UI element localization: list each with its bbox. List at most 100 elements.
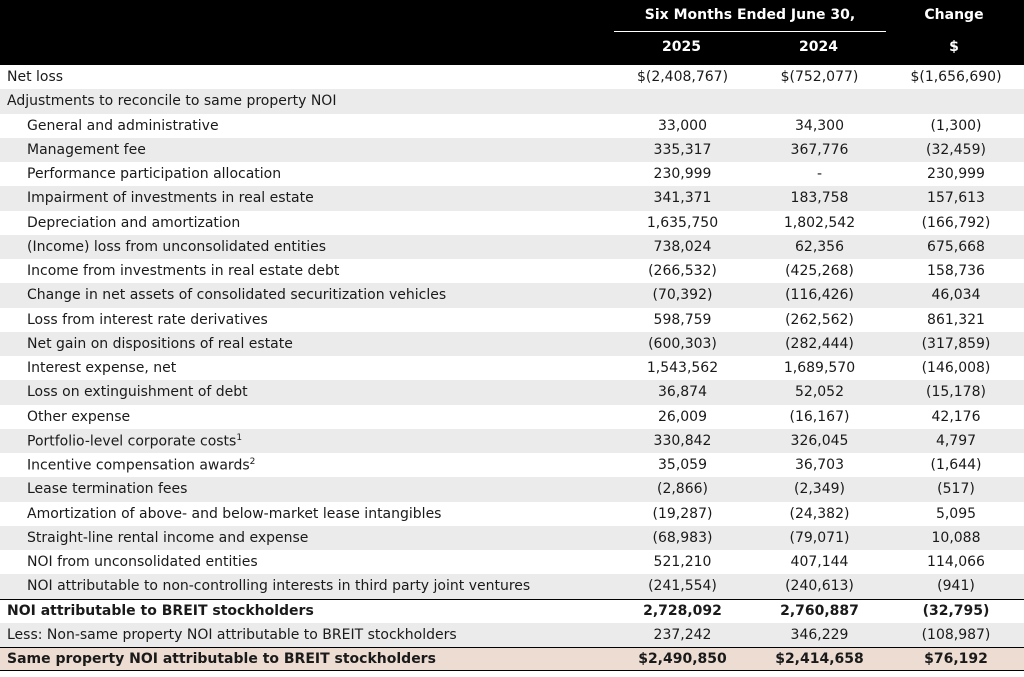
value-2024: 367,776 xyxy=(790,141,849,158)
row-label: Lease termination fees xyxy=(27,481,188,498)
value-change: 46,034 xyxy=(931,287,981,304)
row-label: Adjustments to reconcile to same propert… xyxy=(7,93,337,110)
row-label: Less: Non-same property NOI attributable… xyxy=(7,626,457,643)
value-change: 4,797 xyxy=(935,432,977,449)
value-change: 861,321 xyxy=(927,311,985,328)
value-change: (32,795) xyxy=(922,603,990,620)
value-2025: $(2,408,767) xyxy=(636,69,729,86)
value-2024: 346,229 xyxy=(790,626,849,643)
value-2025: 330,842 xyxy=(653,432,712,449)
value-2025: 26,009 xyxy=(658,408,707,425)
table-row: (Income) loss from unconsolidated entiti… xyxy=(0,234,1024,259)
table-row: Other expense 26,009 (16,167) 42,176 xyxy=(0,405,1024,429)
period-group-rule xyxy=(614,31,886,32)
value-change: 158,736 xyxy=(927,263,985,280)
value-2025: (241,554) xyxy=(648,578,717,595)
value-change: 230,999 xyxy=(927,166,985,183)
value-2024: 1,802,542 xyxy=(783,214,856,231)
value-2025: 237,242 xyxy=(653,626,712,643)
table-row: Interest expense, net 1,543,562 1,689,570 (… xyxy=(0,356,1024,380)
table-row: Income from investments in real estate d… xyxy=(0,259,1024,283)
value-2024: $2,414,658 xyxy=(775,651,864,668)
table-row: Amortization of above- and below-market … xyxy=(0,502,1024,526)
row-label: Depreciation and amortization xyxy=(27,214,241,231)
noi-reconciliation-table: Six Months Ended June 30, Change 2025 20… xyxy=(0,0,1024,672)
value-2025: 598,759 xyxy=(653,311,712,328)
value-2025: 1,635,750 xyxy=(646,214,719,231)
row-label: General and administrative xyxy=(27,117,219,134)
value-2025: $2,490,850 xyxy=(638,651,727,668)
value-2025: (68,983) xyxy=(652,529,713,546)
value-2025: 2,728,092 xyxy=(643,603,722,620)
change-unit-header: $ xyxy=(949,39,959,55)
value-2025: 230,999 xyxy=(653,166,712,183)
value-change: $76,192 xyxy=(924,651,988,668)
row-label: Loss on extinguishment of debt xyxy=(27,384,248,401)
period-group-label: Six Months Ended June 30, xyxy=(644,7,856,23)
row-label: Same property NOI attributable to BREIT … xyxy=(7,651,436,668)
value-change: 114,066 xyxy=(927,554,985,571)
value-change: (1,644) xyxy=(930,457,982,474)
table-row: Portfolio-level corporate costs1 330,842 3… xyxy=(0,428,1024,453)
value-2024: 326,045 xyxy=(790,432,849,449)
value-change: (1,300) xyxy=(930,117,982,134)
value-2024: (262,562) xyxy=(785,311,854,328)
value-change: (166,792) xyxy=(921,214,991,231)
table-row: General and administrative 33,000 34,300 (1… xyxy=(0,114,1024,138)
value-2025: 1,543,562 xyxy=(646,360,719,377)
table-header: Six Months Ended June 30, Change 2025 20… xyxy=(0,0,1024,65)
table-row: Adjustments to reconcile to same propert… xyxy=(0,89,1024,114)
table-row: NOI attributable to non-controlling inte… xyxy=(0,574,1024,599)
row-label: Straight-line rental income and expense xyxy=(27,529,309,546)
value-2025: 341,371 xyxy=(653,190,712,207)
table-row: Performance participation allocation 230,… xyxy=(0,162,1024,186)
row-label: Net gain on dispositions of real estate xyxy=(27,335,293,352)
row-label: Impairment of investments in real estate xyxy=(27,190,314,207)
value-change: 10,088 xyxy=(931,529,981,546)
table-row: NOI from unconsolidated entities 521,210 4… xyxy=(0,550,1024,574)
value-change: (317,859) xyxy=(921,335,991,352)
row-label: (Income) loss from unconsolidated entiti… xyxy=(27,238,326,255)
row-label: NOI attributable to non-controlling inte… xyxy=(27,578,531,595)
value-2024: 2,760,887 xyxy=(780,603,859,620)
row-label: Change in net assets of consolidated sec… xyxy=(27,287,447,304)
value-2025: 33,000 xyxy=(658,117,707,134)
change-column-label: Change xyxy=(924,7,984,23)
value-change: (517) xyxy=(937,481,975,498)
row-label: Portfolio-level corporate costs1 xyxy=(27,432,243,450)
table-row: Lease termination fees (2,866) (2,349) (517… xyxy=(0,477,1024,502)
column-2024-header: 2024 xyxy=(799,39,838,55)
value-change: (146,008) xyxy=(921,360,991,377)
table-row: Impairment of investments in real estate… xyxy=(0,186,1024,211)
value-2025: 738,024 xyxy=(653,238,712,255)
value-change: $(1,656,690) xyxy=(910,69,1002,86)
value-2025: 35,059 xyxy=(658,457,707,474)
row-label: Other expense xyxy=(27,408,131,425)
value-change: 5,095 xyxy=(935,505,977,522)
value-2024: 62,356 xyxy=(795,238,844,255)
value-2024: (116,426) xyxy=(785,287,854,304)
value-change: (15,178) xyxy=(926,384,986,401)
row-label: Loss from interest rate derivatives xyxy=(27,311,268,328)
table-row: Net loss $(2,408,767) $(752,077) $(1,656,69… xyxy=(0,65,1024,89)
value-2024: (282,444) xyxy=(785,335,854,352)
value-2024: (79,071) xyxy=(789,529,850,546)
value-2024: (16,167) xyxy=(789,408,850,425)
row-label: Performance participation allocation xyxy=(27,166,282,183)
value-2024: (24,382) xyxy=(789,505,850,522)
value-2024: 36,703 xyxy=(795,457,844,474)
table-row: Incentive compensation awards2 35,059 36,7… xyxy=(0,453,1024,477)
row-label: NOI from unconsolidated entities xyxy=(27,554,258,571)
value-2024: 34,300 xyxy=(795,117,844,134)
value-change: (108,987) xyxy=(921,626,991,643)
table-row: Loss on extinguishment of debt 36,874 52,0… xyxy=(0,380,1024,405)
value-2025: 521,210 xyxy=(653,554,712,571)
value-2024: $(752,077) xyxy=(780,69,859,86)
table-row: Management fee 335,317 367,776 (32,459) xyxy=(0,137,1024,162)
row-label: Income from investments in real estate d… xyxy=(27,263,340,280)
row-label: Net loss xyxy=(7,69,64,86)
value-change: 157,613 xyxy=(927,190,985,207)
row-label: Incentive compensation awards2 xyxy=(27,456,256,474)
value-2025: (2,866) xyxy=(656,481,708,498)
value-2024: - xyxy=(816,166,823,183)
